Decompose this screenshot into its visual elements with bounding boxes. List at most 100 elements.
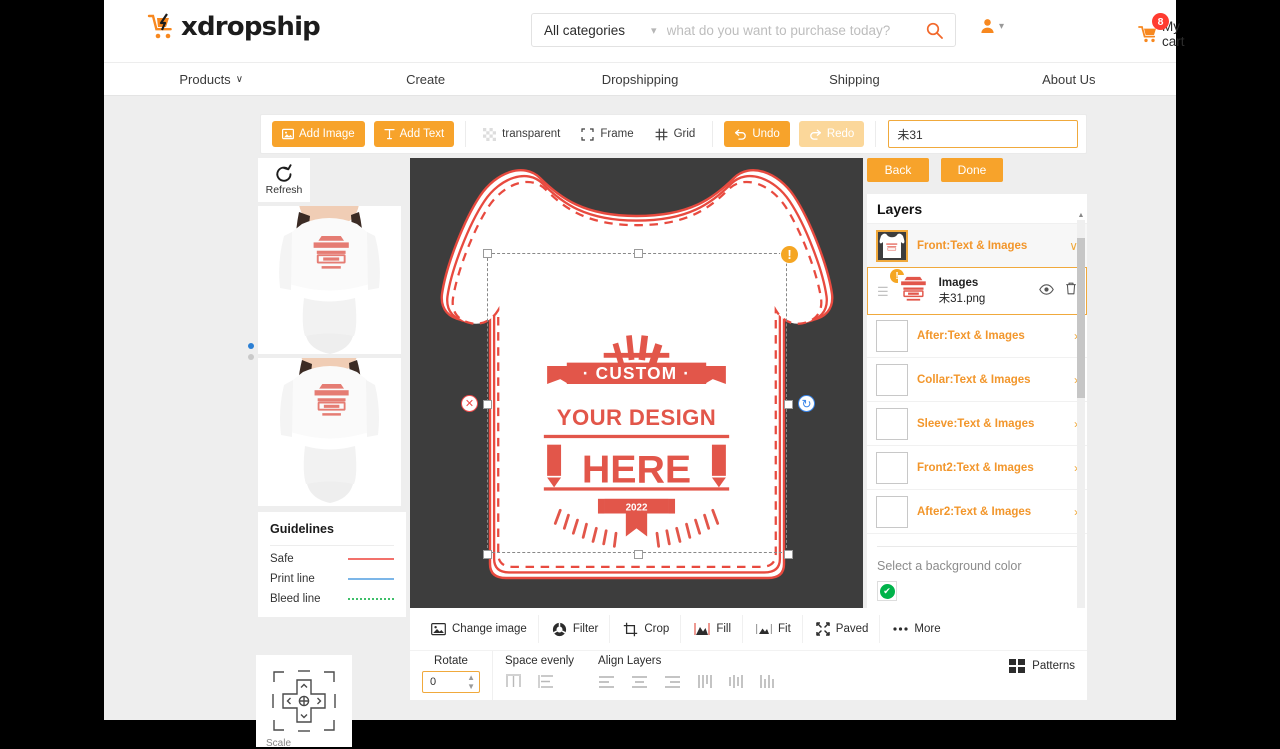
resize-handle-bottom-right[interactable] [784,550,793,559]
align-right-icon[interactable] [664,675,681,689]
scroll-up-icon[interactable]: ▲ [1077,212,1085,219]
object-toolbar: Change image Filter Crop Fill Fit Paved … [410,608,1087,700]
trash-icon[interactable] [1065,282,1077,300]
carousel-dots[interactable] [248,343,254,365]
resize-handle-bottom-left[interactable] [483,550,492,559]
layer-group-collar[interactable]: Collar:Text & Images › [867,358,1087,402]
align-middle-vertical-icon[interactable] [728,674,743,689]
resize-handle-bottom-center[interactable] [634,550,643,559]
guideline-row-safe: Safe [270,553,394,565]
resize-handle-top-left[interactable] [483,249,492,258]
account-menu[interactable]: ▾ [980,18,1004,34]
distribute-horizontal-icon[interactable] [505,674,522,689]
patterns-button[interactable]: Patterns [1009,659,1075,673]
fill-button[interactable]: Fill [683,615,744,643]
nav-item-create[interactable]: Create [318,72,532,87]
selection-bounding-box[interactable]: ! ✕ ↻ [461,245,815,559]
layer-group-after2[interactable]: After2:Text & Images › [867,490,1087,534]
warning-badge[interactable]: ! [780,245,799,264]
grid-toggle[interactable]: Grid [649,121,702,147]
back-button[interactable]: Back [867,158,929,182]
layer-group-sleeve[interactable]: Sleeve:Text & Images › [867,402,1087,446]
resize-handle-middle-left[interactable] [483,400,492,409]
layers-scrollbar[interactable]: ▲ ▼ [1077,212,1085,612]
layer-group-after[interactable]: After:Text & Images › [867,314,1087,358]
frame-toggle[interactable]: Frame [575,121,639,147]
search-button[interactable] [913,22,955,39]
nav-item-about-us[interactable]: About Us [962,72,1176,87]
carousel-dot-2[interactable] [248,354,254,360]
patterns-label: Patterns [1032,660,1075,672]
crop-button[interactable]: Crop [612,615,682,643]
refresh-button[interactable]: Refresh [258,158,310,202]
cart-logo-icon [146,12,178,42]
refresh-label: Refresh [265,184,303,196]
filter-button[interactable]: Filter [541,615,611,643]
more-button[interactable]: More [882,615,951,643]
toolbar-view-group: transparent Frame Grid [466,115,712,153]
background-color-section: Select a background color ✔ [867,534,1087,601]
delete-icon[interactable]: ✕ [461,395,478,412]
undo-button[interactable]: Undo [724,121,790,147]
align-top-vertical-icon[interactable] [697,674,712,689]
frame-icon [581,127,594,141]
design-name-input[interactable] [888,120,1079,148]
stepper-arrows[interactable]: ▲ ▼ [467,673,475,691]
stepper-down-icon[interactable]: ▼ [467,682,475,691]
direction-pad-icon [272,670,336,732]
done-button[interactable]: Done [941,158,1003,182]
more-icon [893,627,909,631]
scrollbar-thumb[interactable] [1077,238,1085,398]
align-bottom-vertical-icon[interactable] [759,674,774,689]
nav-item-products[interactable]: Products ∨ [104,72,318,87]
action-label: Fit [778,623,791,635]
filter-icon [552,622,566,636]
cart-button[interactable]: 8 My cart [1138,13,1185,49]
resize-handle-top-center[interactable] [634,249,643,258]
change-image-button[interactable]: Change image [420,615,539,643]
align-center-icon[interactable] [631,675,648,689]
carousel-dot-1[interactable] [248,343,254,349]
preview-thumbnail-1[interactable] [258,206,401,354]
redo-button[interactable]: Redo [798,121,865,147]
layer-group-front2[interactable]: Front2:Text & Images › [867,446,1087,490]
preview-thumbnail-2[interactable] [258,358,401,506]
main-nav: Products ∨ Create Dropshipping Shipping … [104,62,1176,96]
brand-logo[interactable]: xdropship [146,12,321,42]
editor-toolbar: Add Image Add Text transparent Frame Gri… [260,114,1087,154]
site-header: xdropship All categories ▾ ▾ [104,0,1185,62]
guideline-label: Print line [270,573,315,585]
transform-controls: Rotate 0 ▲ ▼ Space evenly Align Layers P… [410,650,1087,700]
layer-thumbnail [897,275,930,307]
paved-button[interactable]: Paved [805,615,881,643]
add-text-label: Add Text [399,128,445,140]
eye-icon[interactable] [1039,282,1054,300]
space-evenly-label: Space evenly [505,655,575,667]
distribute-vertical-icon[interactable] [538,674,555,689]
panel-actions: Back Done [867,158,1087,182]
space-evenly-control: Space evenly [493,651,586,700]
drag-handle-icon[interactable]: ☰ [877,285,889,298]
add-image-button[interactable]: Add Image [272,121,365,147]
add-text-button[interactable]: Add Text [373,121,455,147]
transparent-toggle[interactable]: transparent [477,121,566,147]
layer-kind: Images [938,276,979,289]
layer-filename: 未31.png [938,292,986,305]
nav-item-dropshipping[interactable]: Dropshipping [533,72,747,87]
layer-group-front[interactable]: Front:Text & Images ∨ [867,224,1087,268]
nav-item-shipping[interactable]: Shipping [747,72,961,87]
design-canvas[interactable]: · CUSTOM · YOUR DESIGN HERE 2022 ! ✕ ↻ [410,158,863,608]
stepper-up-icon[interactable]: ▲ [467,673,475,682]
layer-item-selected[interactable]: ! ☰ [867,267,1087,315]
background-color-swatch[interactable]: ✔ [877,581,897,601]
fit-button[interactable]: Fit [745,615,803,643]
category-select[interactable]: All categories ▾ [532,14,667,46]
rotate-icon[interactable]: ↻ [798,395,815,412]
move-pad-control[interactable]: Scale [256,655,352,749]
action-label: Filter [572,623,599,635]
rotate-stepper[interactable]: 0 ▲ ▼ [422,671,480,693]
align-left-icon[interactable] [598,675,615,689]
search-input[interactable] [666,14,913,46]
resize-handle-middle-right[interactable] [784,400,793,409]
undo-label: Undo [752,128,780,140]
